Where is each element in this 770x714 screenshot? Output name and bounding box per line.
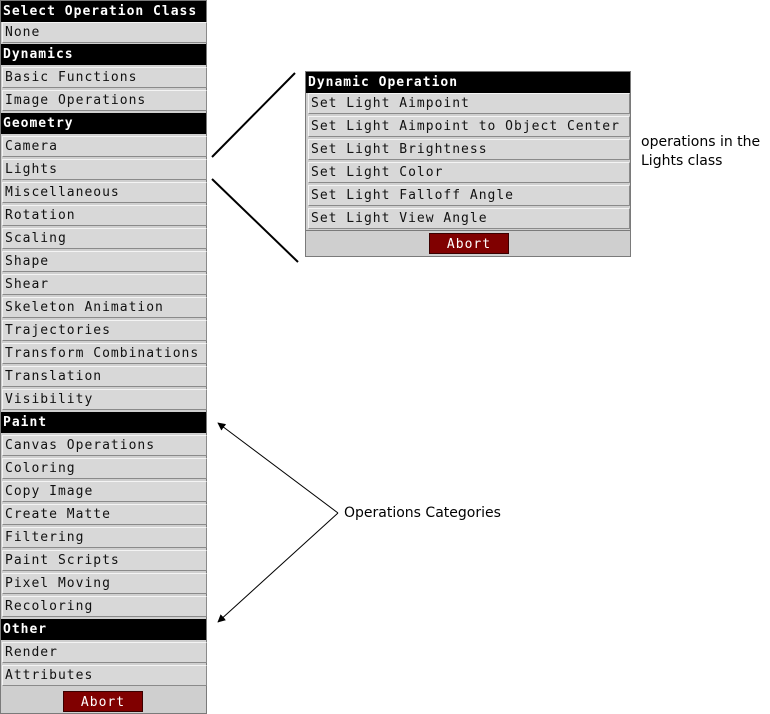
callout-line-top [211, 72, 296, 158]
categories-annotation: Operations Categories [344, 505, 501, 521]
annotation-line: Lights class [641, 153, 723, 169]
callout-line-bottom [211, 178, 299, 263]
arrow-to-other [217, 512, 339, 623]
lights-class-annotation: operations in the Lights class [641, 133, 760, 171]
annotation-line: operations in the [641, 134, 761, 150]
callout-lines [211, 72, 339, 623]
arrow-to-paint [217, 422, 339, 514]
